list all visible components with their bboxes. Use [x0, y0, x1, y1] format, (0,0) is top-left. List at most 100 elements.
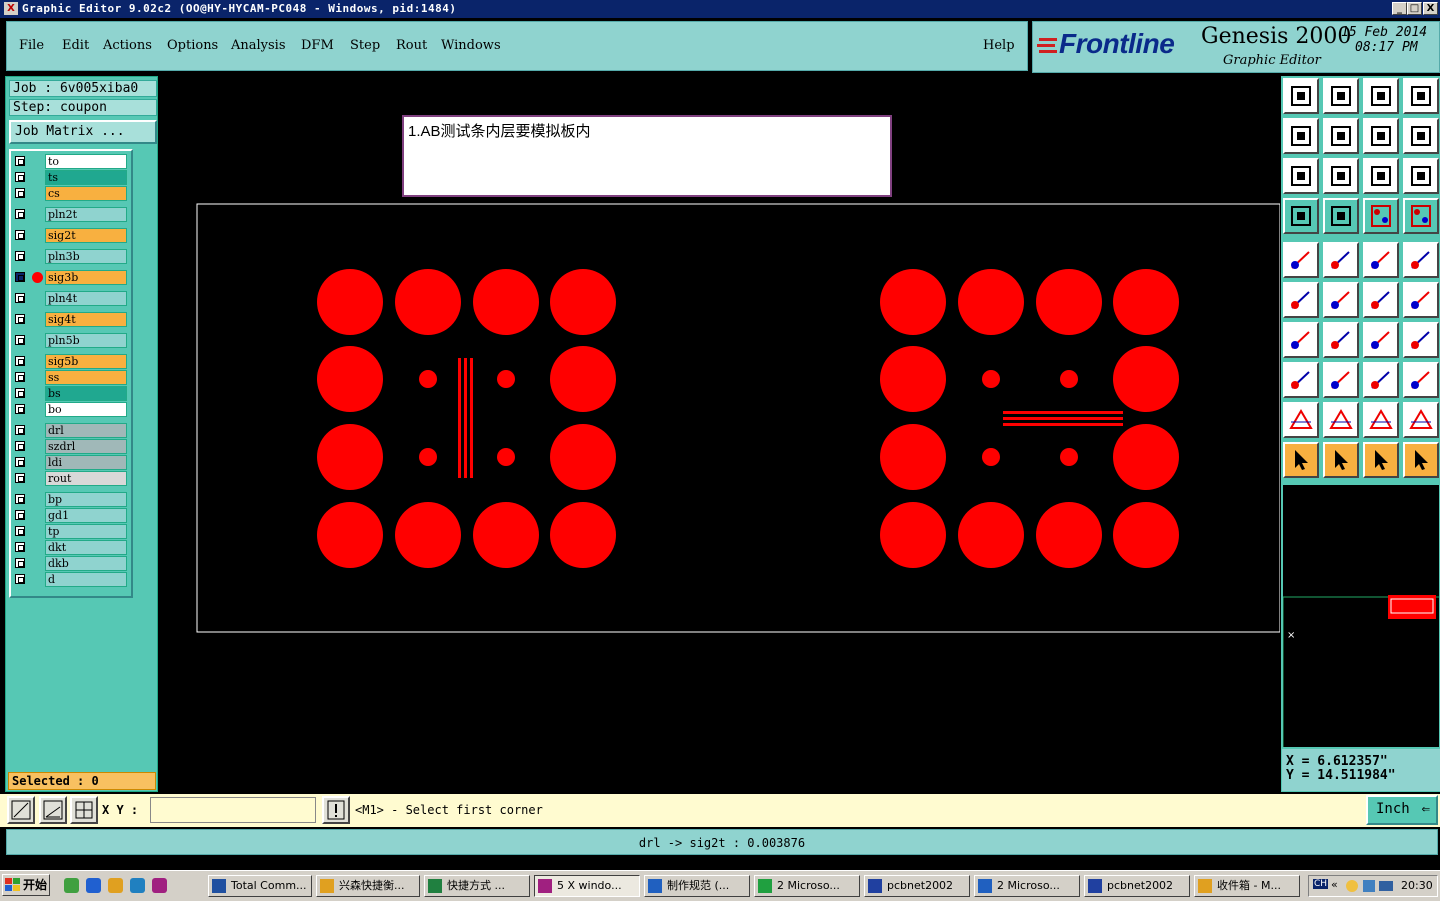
measure-button[interactable]: [39, 796, 67, 824]
pad-small[interactable]: [419, 370, 437, 388]
zoom-fit-button[interactable]: [1323, 158, 1359, 194]
layer-checkbox[interactable]: [15, 457, 25, 467]
menu-help[interactable]: Help: [983, 38, 1015, 53]
units-button[interactable]: Inch ⇐: [1366, 795, 1438, 825]
add-line-button[interactable]: [1323, 362, 1359, 398]
taskbar-item[interactable]: 兴森快捷衡...: [316, 875, 420, 897]
pad-large[interactable]: [1113, 502, 1179, 568]
layer-row-rout[interactable]: rout: [11, 471, 129, 486]
layer-checkbox[interactable]: [15, 356, 25, 366]
pad-large[interactable]: [550, 269, 616, 335]
trace-line[interactable]: [1003, 411, 1123, 414]
pad-large[interactable]: [473, 269, 539, 335]
layer-row-dkt[interactable]: dkt: [11, 540, 129, 555]
layer-checkbox[interactable]: [15, 425, 25, 435]
layer-name[interactable]: ldi: [45, 455, 127, 470]
close-button[interactable]: X: [1423, 2, 1438, 15]
pad-large[interactable]: [1036, 502, 1102, 568]
layer-checkbox[interactable]: [15, 156, 25, 166]
layer-name[interactable]: drl: [45, 423, 127, 438]
layer-checkbox[interactable]: [15, 188, 25, 198]
fit-screen-button[interactable]: [1283, 158, 1319, 194]
pad-small[interactable]: [419, 448, 437, 466]
pad-large[interactable]: [317, 346, 383, 412]
pad-large[interactable]: [317, 502, 383, 568]
minimize-button[interactable]: _: [1392, 2, 1407, 15]
menu-windows[interactable]: Windows: [441, 38, 501, 53]
layer-name[interactable]: cs: [45, 186, 127, 201]
line-angle-button[interactable]: [1283, 322, 1319, 358]
trace-line[interactable]: [458, 358, 461, 478]
taskbar-item[interactable]: 5 X windo...: [534, 875, 640, 897]
pad-tool-button[interactable]: [1283, 242, 1319, 278]
layer-row-tp[interactable]: tp: [11, 524, 129, 539]
layer-checkbox[interactable]: [15, 473, 25, 483]
xy-input[interactable]: [150, 797, 316, 823]
pad-large[interactable]: [1113, 269, 1179, 335]
snap-settings-button[interactable]: [1283, 198, 1319, 234]
measure-dist-button[interactable]: [1363, 362, 1399, 398]
ruler-tool-button[interactable]: [1363, 242, 1399, 278]
taskbar-item[interactable]: pcbnet2002: [1084, 875, 1190, 897]
mini-view[interactable]: ×: [1282, 484, 1440, 748]
layer-checkbox[interactable]: [15, 542, 25, 552]
layer-checkbox[interactable]: [15, 372, 25, 382]
layer-name[interactable]: rout: [45, 471, 127, 486]
grid-toggle-button[interactable]: [1323, 198, 1359, 234]
add-pad-button[interactable]: [1403, 282, 1439, 318]
layer-name[interactable]: dkt: [45, 540, 127, 555]
taskbar-item[interactable]: 快捷方式 ...: [424, 875, 530, 897]
pad-large[interactable]: [958, 502, 1024, 568]
menu-dfm[interactable]: DFM: [301, 38, 334, 53]
lang-indicator[interactable]: CH: [1313, 879, 1329, 889]
triangle-c-button[interactable]: [1363, 402, 1399, 438]
layer-checkbox[interactable]: [15, 230, 25, 240]
layer-row-szdrl[interactable]: szdrl: [11, 439, 129, 454]
help-query-button[interactable]: [1403, 158, 1439, 194]
menu-analysis[interactable]: Analysis: [231, 38, 286, 53]
layer-name[interactable]: sig2t: [45, 228, 127, 243]
pad-large[interactable]: [395, 269, 461, 335]
select-box-button[interactable]: [1323, 242, 1359, 278]
pointer-button[interactable]: [1283, 442, 1319, 478]
line-draw-button[interactable]: [1323, 322, 1359, 358]
zoom-area-button[interactable]: [7, 796, 35, 824]
pad-large[interactable]: [958, 269, 1024, 335]
layer-checkbox[interactable]: [15, 526, 25, 536]
layer-row-pln3b[interactable]: pln3b: [11, 249, 129, 264]
cross-select-button[interactable]: [1323, 282, 1359, 318]
pad-large[interactable]: [550, 502, 616, 568]
triangle-d-button[interactable]: [1403, 402, 1439, 438]
layer-row-bp[interactable]: bp: [11, 492, 129, 507]
menu-rout[interactable]: Rout: [396, 38, 427, 53]
layer-name[interactable]: ts: [45, 170, 127, 185]
layer-row-bo[interactable]: bo: [11, 402, 129, 417]
trace-line[interactable]: [470, 358, 473, 478]
layer-compare-2-button[interactable]: [1403, 198, 1439, 234]
layer-row-sig4t[interactable]: sig4t: [11, 312, 129, 327]
graphic-canvas[interactable]: 1.AB测试条内层要模拟板内: [160, 76, 1280, 792]
taskbar-item[interactable]: Total Comm...: [208, 875, 312, 897]
layer-row-drl[interactable]: drl: [11, 423, 129, 438]
grid-button[interactable]: [70, 796, 98, 824]
taskbar-item[interactable]: pcbnet2002: [864, 875, 970, 897]
triangle-b-button[interactable]: [1323, 402, 1359, 438]
menu-actions[interactable]: Actions: [103, 38, 152, 53]
layer-name[interactable]: bp: [45, 492, 127, 507]
net-connect-button[interactable]: [1283, 282, 1319, 318]
layer-row-sig2t[interactable]: sig2t: [11, 228, 129, 243]
split-view-button[interactable]: [1403, 78, 1439, 114]
pad-large[interactable]: [550, 424, 616, 490]
pad-small[interactable]: [1060, 370, 1078, 388]
triangle-a-button[interactable]: [1283, 402, 1319, 438]
taskbar-item[interactable]: 2 Microso...: [974, 875, 1080, 897]
layer-row-pln5b[interactable]: pln5b: [11, 333, 129, 348]
contour-button[interactable]: [1403, 362, 1439, 398]
pad-large[interactable]: [317, 269, 383, 335]
trace-line[interactable]: [464, 358, 467, 478]
layer-row-pln2t[interactable]: pln2t: [11, 207, 129, 222]
layer-checkbox[interactable]: [15, 574, 25, 584]
layer-checkbox[interactable]: [15, 293, 25, 303]
pad-small[interactable]: [1060, 448, 1078, 466]
taskbar-item[interactable]: 收件箱 - M...: [1194, 875, 1300, 897]
